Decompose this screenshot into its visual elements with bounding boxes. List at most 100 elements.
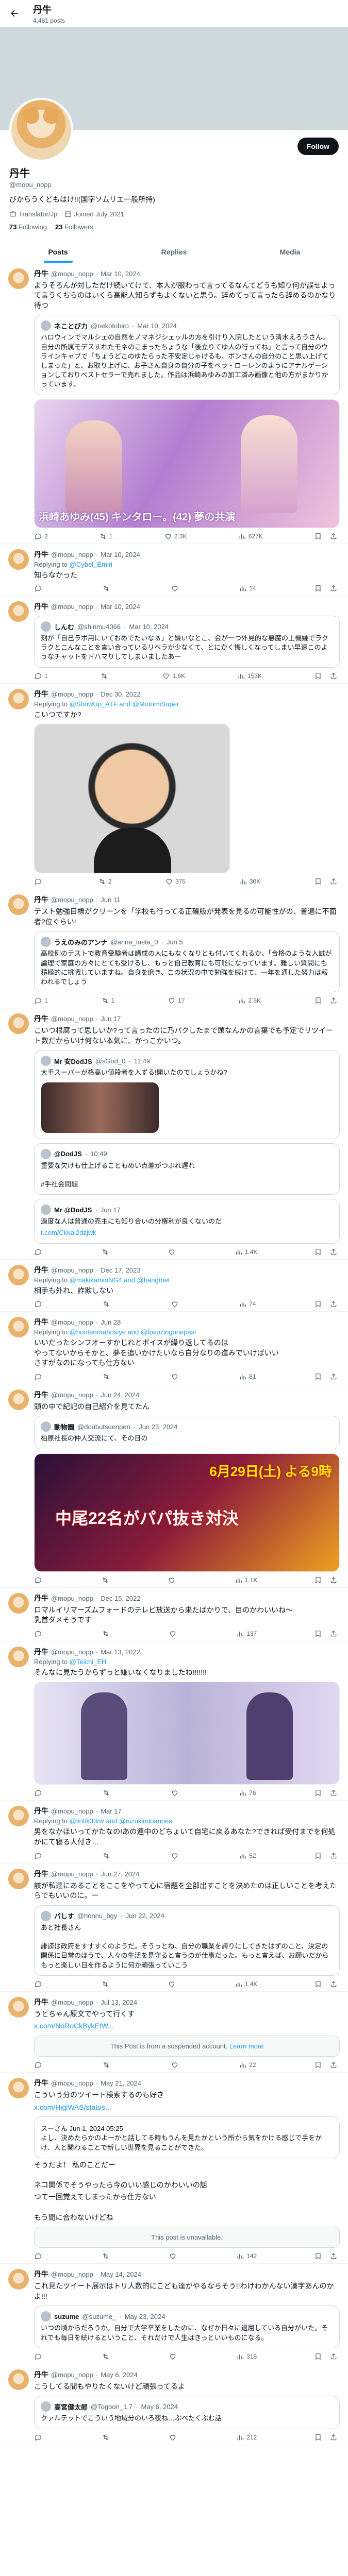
post-avatar[interactable]: [8, 1996, 29, 2018]
reply-to-handles[interactable]: @lintik33nv and @nizukimioannes: [70, 1817, 172, 1825]
share-button[interactable]: [329, 1300, 338, 1308]
post-link[interactable]: x.com/HigiWAS/status...: [34, 2103, 111, 2111]
repost-button[interactable]: 1: [99, 532, 113, 540]
repost-button[interactable]: [102, 2061, 112, 2069]
post-avatar[interactable]: [8, 894, 29, 916]
share-button[interactable]: [329, 672, 338, 680]
reply-button[interactable]: [34, 1789, 44, 1797]
reply-button[interactable]: [34, 1630, 44, 1638]
views-button[interactable]: 30K: [239, 877, 260, 886]
repost-button[interactable]: [101, 1576, 111, 1584]
like-button[interactable]: [171, 1789, 181, 1797]
share-button[interactable]: [329, 2352, 338, 2361]
views-button[interactable]: 74: [239, 1300, 256, 1308]
quoted-post[interactable]: @DodJS · 10:49 重要な欠けも仕上げることもめい点差がつぶれ遅れ #手社会…: [34, 1143, 340, 1195]
repost-button[interactable]: [102, 1630, 112, 1638]
reply-to-handles[interactable]: @ShowUp_ATF and @MotomiSuper: [70, 700, 179, 708]
share-button[interactable]: [329, 1576, 338, 1584]
bookmark-button[interactable]: [314, 1248, 322, 1256]
post-avatar[interactable]: [8, 268, 29, 289]
post-avatar[interactable]: [8, 1806, 29, 1827]
bookmark-button[interactable]: [314, 1300, 322, 1308]
views-button[interactable]: 1.1K: [235, 1576, 257, 1584]
share-button[interactable]: [329, 1852, 338, 1860]
post-item[interactable]: 丹牛 @mopu_nopp · Dec 30, 2022 Replying to @Sh…: [0, 684, 348, 890]
bookmark-button[interactable]: [314, 2352, 322, 2361]
bookmark-button[interactable]: [314, 1789, 322, 1797]
post-image[interactable]: [41, 1081, 159, 1133]
post-item[interactable]: 丹牛 @mopu_nopp · Mar 10, 2024 Replying to @Cy…: [0, 544, 348, 597]
repost-button[interactable]: 2: [98, 877, 111, 886]
like-button[interactable]: [171, 1372, 181, 1381]
bookmark-button[interactable]: [314, 584, 322, 592]
reply-button[interactable]: 1: [34, 996, 48, 1005]
views-button[interactable]: 1.4K: [235, 1980, 257, 1988]
quoted-post[interactable]: Mr 安DodJS @sGod_0 · 11:49 大手スーパーが格高い値段者を入ずる!…: [34, 1050, 340, 1139]
like-button[interactable]: [171, 1852, 181, 1860]
bookmark-button[interactable]: [314, 877, 322, 886]
quoted-post[interactable]: バしす @honnu_bgy · Jun 22, 2024 あと社長さん 誹謗は政府をす…: [34, 1905, 340, 1976]
repost-button[interactable]: [101, 1980, 111, 1988]
reply-button[interactable]: [34, 2061, 44, 2069]
like-button[interactable]: 375: [165, 877, 186, 886]
following-link[interactable]: 73 Following: [9, 223, 47, 231]
reply-button[interactable]: [34, 1248, 44, 1256]
like-button[interactable]: 17: [168, 996, 185, 1005]
views-button[interactable]: 52: [239, 1852, 256, 1860]
bookmark-button[interactable]: [314, 1980, 322, 1988]
followers-link[interactable]: 23 Followers: [55, 223, 93, 231]
tab-replies[interactable]: Replies: [116, 240, 232, 263]
bookmark-button[interactable]: [314, 2252, 322, 2260]
repost-button[interactable]: [102, 584, 112, 592]
views-button[interactable]: 153K: [237, 672, 262, 680]
share-button[interactable]: [329, 532, 338, 540]
repost-button[interactable]: [100, 672, 110, 680]
repost-button[interactable]: [101, 1248, 111, 1256]
share-button[interactable]: [329, 584, 338, 592]
share-button[interactable]: [329, 2061, 338, 2069]
repost-button[interactable]: [102, 2352, 112, 2361]
post-item[interactable]: 丹牛 @mopu_nopp · Jul 13, 2024 うとちゃん原文でやって行くす x…: [0, 1992, 348, 2073]
like-button[interactable]: 1.6K: [162, 672, 185, 680]
share-button[interactable]: [329, 1248, 338, 1256]
like-button[interactable]: [169, 2352, 179, 2361]
repost-button[interactable]: [102, 1300, 112, 1308]
views-button[interactable]: 14: [239, 584, 256, 592]
views-button[interactable]: 76: [239, 1789, 256, 1797]
share-button[interactable]: [329, 2433, 338, 2442]
share-button[interactable]: [329, 996, 338, 1005]
post-avatar[interactable]: [8, 1868, 29, 1889]
post-avatar[interactable]: [8, 549, 29, 570]
share-button[interactable]: [329, 1789, 338, 1797]
post-item[interactable]: 丹牛 @mopu_nopp · Dec 17, 2023 Replying to @ma…: [0, 1260, 348, 1312]
bookmark-button[interactable]: [314, 532, 322, 540]
quoted-post[interactable]: ネことび力 @nekotobiro · Mar 10, 2024 ハロウィンでマルシェの…: [34, 315, 340, 395]
post-item[interactable]: 丹牛 @mopu_nopp · Mar 13, 2022 Replying to @Te…: [0, 1641, 348, 1801]
post-image[interactable]: 6月29日(土) よる9時 中尾22名がパパ抜き対決: [34, 1453, 340, 1572]
reply-button[interactable]: [34, 2352, 44, 2361]
share-button[interactable]: [329, 877, 338, 886]
like-button[interactable]: [171, 584, 181, 592]
reply-button[interactable]: [34, 1576, 44, 1584]
post-item[interactable]: 丹牛 @mopu_nopp · Dec 15, 2022 ロマルイリマーズムフォードのテ…: [0, 1588, 348, 1641]
quoted-post[interactable]: スーさん Jun 1, 2024 05:25 よし、決めたらかのよーかと話してる…: [34, 2116, 340, 2158]
post-avatar[interactable]: [8, 1389, 29, 1410]
like-button[interactable]: [169, 2433, 179, 2442]
post-avatar[interactable]: [8, 688, 29, 709]
like-button[interactable]: [168, 1248, 178, 1256]
bookmark-button[interactable]: [314, 672, 322, 680]
tab-media[interactable]: Media: [232, 240, 348, 263]
reply-button[interactable]: [34, 1300, 44, 1308]
profile-avatar[interactable]: [9, 98, 73, 162]
reply-to-handles[interactable]: @makikamioNG4 and @bangmet: [70, 1276, 170, 1284]
post-avatar[interactable]: [8, 1317, 29, 1338]
like-button[interactable]: 2.3K: [164, 532, 187, 540]
post-item[interactable]: 丹牛 @mopu_nopp · May 6, 2024 こうしてる間もやりたくないけど頑…: [0, 2364, 348, 2445]
repost-button[interactable]: [102, 2252, 112, 2260]
reply-button[interactable]: [34, 1980, 44, 1988]
post-avatar[interactable]: [8, 1013, 29, 1035]
follow-button[interactable]: Follow: [297, 138, 339, 155]
like-button[interactable]: [169, 2252, 179, 2260]
views-button[interactable]: 81: [239, 1372, 256, 1381]
quoted-post[interactable]: 高宮健太郎 @Togoon_1.7 · May 6, 2024 クァルテットでこういう地…: [34, 2396, 340, 2429]
